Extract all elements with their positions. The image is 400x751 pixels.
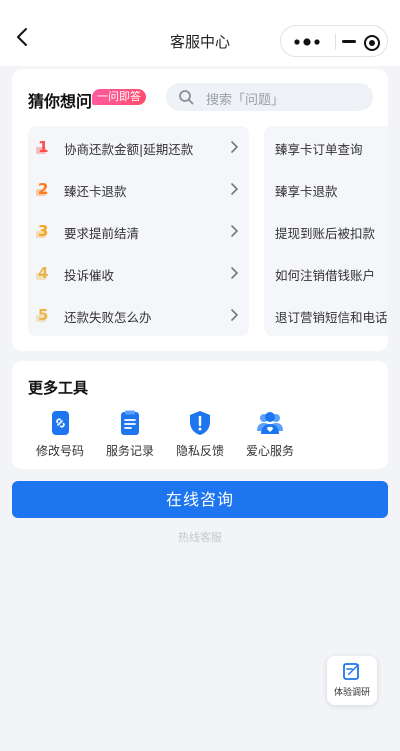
question-item-10[interactable]: 退订营销短信和电话 [264,294,388,336]
shield-alert-icon [190,411,210,435]
chevron-right-icon [231,225,239,237]
question-item-2[interactable]: 2 臻还卡退款 [28,168,249,210]
chevron-right-icon [231,141,239,153]
question-label: 协商还款金额|延期还款 [64,142,194,157]
guess-title: 猜你想问 [28,92,93,111]
question-rank: 2 [36,180,49,198]
question-rank: 3 [36,222,49,240]
more-question-list: 臻享卡订单查询 臻享卡退款 提现到账后被扣款 如何注销借钱账户 退订营销短信和电… [264,126,388,336]
question-rank: 4 [36,264,49,282]
document-icon [121,410,139,435]
target-icon[interactable] [363,34,381,52]
nav-bar: 客服中心 [0,0,400,66]
guess-tag-badge: 一问即答 [92,89,146,105]
question-item-7[interactable]: 臻享卡退款 [264,168,388,210]
capsule-divider [335,34,336,50]
question-label: 提现到账后被扣款 [275,226,376,241]
guess-card: 猜你想问 一问即答 搜索「问题」 1 协商还款金额|延期还款 2 臻还卡退款 3… [12,69,388,351]
question-item-8[interactable]: 提现到账后被扣款 [264,210,388,252]
question-label: 臻还卡退款 [64,184,127,199]
question-label: 要求提前结清 [64,226,140,241]
search-icon [179,90,194,105]
question-item-1[interactable]: 1 协商还款金额|延期还款 [28,126,249,168]
tool-privacy-feedback[interactable]: 隐私反馈 [168,407,232,463]
tool-change-phone[interactable]: 修改号码 [28,407,92,463]
chevron-right-icon [231,183,239,195]
question-label: 臻享卡订单查询 [275,142,363,157]
question-item-5[interactable]: 5 还款失败怎么办 [28,294,249,336]
question-label: 投诉催收 [64,268,115,283]
chevron-right-icon [231,267,239,279]
users-heart-icon [257,412,283,434]
survey-label: 体验调研 [333,688,370,698]
hot-question-list: 1 协商还款金额|延期还款 2 臻还卡退款 3 要求提前结清 4 投诉催收 5 … [28,126,249,336]
mini-program-capsule [280,25,388,57]
edit-note-icon [343,663,359,680]
minus-icon[interactable] [342,40,356,43]
question-item-6[interactable]: 臻享卡订单查询 [264,126,388,168]
tool-service-record[interactable]: 服务记录 [98,407,162,463]
question-label: 如何注销借钱账户 [275,268,376,283]
search-placeholder: 搜索「问题」 [206,93,285,108]
search-input[interactable]: 搜索「问题」 [166,83,373,111]
question-rank: 5 [36,306,49,324]
question-label: 退订营销短信和电话 [275,310,388,325]
tool-label: 爱心服务 [245,444,294,458]
chevron-right-icon [231,309,239,321]
question-label: 还款失败怎么办 [64,310,152,325]
question-item-9[interactable]: 如何注销借钱账户 [264,252,388,294]
survey-float-button[interactable]: 体验调研 [327,656,377,705]
tool-label: 服务记录 [105,444,154,458]
question-item-4[interactable]: 4 投诉催收 [28,252,249,294]
tool-label: 修改号码 [35,444,84,458]
tool-label: 隐私反馈 [175,444,224,458]
phone-edit-icon [52,411,69,435]
tools-title: 更多工具 [28,379,89,397]
question-item-3[interactable]: 3 要求提前结清 [28,210,249,252]
question-label: 臻享卡退款 [275,184,338,199]
online-consult-button[interactable]: 在线咨询 [12,481,388,518]
hotline-link[interactable]: 热线客服 [0,529,400,545]
tool-care-service[interactable]: 爱心服务 [238,407,302,463]
question-rank: 1 [36,138,49,156]
more-dots-icon[interactable] [292,37,322,47]
tools-card: 更多工具 修改号码 服务记录 隐私反馈 爱心服务 [12,361,388,469]
